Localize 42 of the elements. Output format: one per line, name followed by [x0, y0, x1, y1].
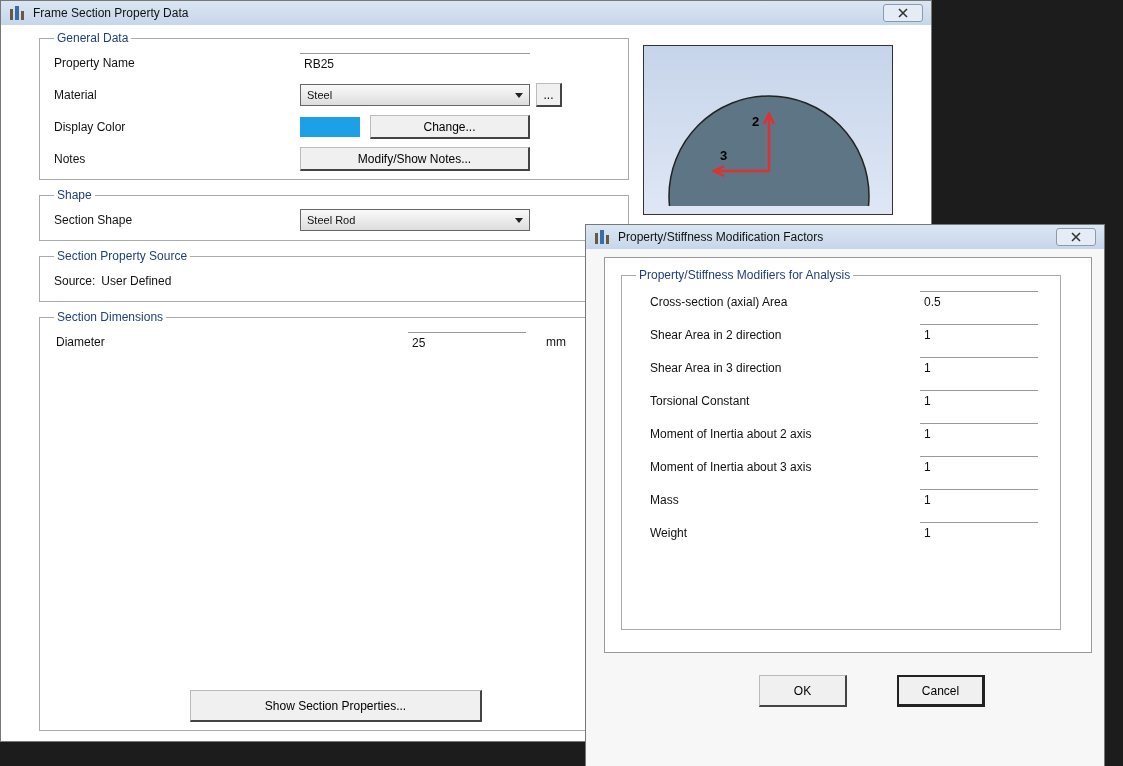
dropdown[interactable]: Steel — [300, 84, 530, 106]
dialog-button[interactable]: OK — [759, 675, 847, 707]
axis-label: 3 — [720, 148, 728, 163]
field-label: Cross-section (axial) Area — [649, 294, 789, 309]
close-icon — [1071, 232, 1081, 242]
field-label: Shear Area in 3 direction — [649, 360, 783, 375]
field-label: Material — [54, 88, 98, 102]
field-label: Property Name — [54, 56, 136, 70]
window-title: Property/Stiffness Modification Factors — [618, 230, 825, 244]
field-label: Notes — [54, 152, 87, 166]
field-label: Moment of Inertia about 2 axis — [649, 426, 813, 441]
caret-icon — [515, 217, 523, 223]
field-label: Display Color — [54, 120, 127, 134]
dropdown[interactable]: Steel Rod — [300, 209, 530, 231]
dialog-button[interactable]: Cancel — [897, 675, 985, 707]
field-label: Torsional Constant — [649, 393, 751, 408]
notes-button[interactable]: Modify/Show Notes... — [300, 147, 530, 171]
caret-icon — [515, 92, 523, 98]
app-icon — [594, 229, 612, 245]
show-properties-button[interactable]: Show Section Properties... — [190, 690, 482, 722]
change-button[interactable]: Change... — [370, 115, 530, 139]
field-label: Source: — [54, 274, 96, 288]
field-label: Section Shape — [54, 213, 134, 227]
browse-button[interactable]: ... — [536, 83, 562, 107]
window-title: Frame Section Property Data — [33, 6, 190, 20]
group-title: Shape — [56, 188, 93, 202]
field-label: Diameter — [55, 335, 106, 349]
field-label: Mass — [649, 492, 680, 507]
close-button[interactable] — [883, 4, 923, 22]
axis-label: 2 — [752, 114, 760, 129]
group-title: General Data — [56, 31, 130, 45]
app-icon — [9, 5, 27, 21]
field-label: Weight — [649, 525, 689, 540]
unit-label: mm — [546, 335, 566, 349]
field-label: Shear Area in 2 direction — [649, 327, 783, 342]
group-title: Property/Stiffness Modifiers for Analysis — [638, 268, 852, 282]
close-button[interactable] — [1056, 228, 1096, 246]
group-title: Section Dimensions — [56, 310, 165, 324]
source-value: User Defined — [101, 274, 172, 288]
close-icon — [898, 8, 908, 18]
group-title: Section Property Source — [56, 249, 189, 263]
field-label: Moment of Inertia about 3 axis — [649, 459, 813, 474]
